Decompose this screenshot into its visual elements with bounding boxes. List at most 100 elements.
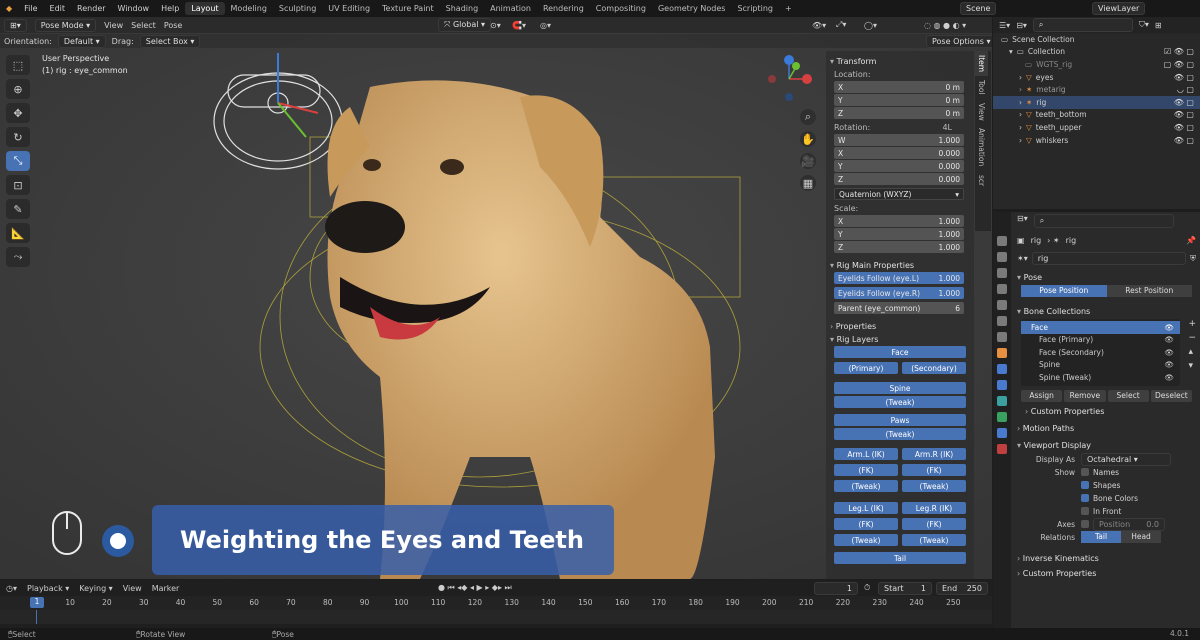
layer-leg-r-fk-button[interactable]: (FK) [902, 518, 966, 530]
deselect-button[interactable]: Deselect [1150, 389, 1192, 402]
bone-collection-item[interactable]: Face 👁 [1021, 321, 1180, 334]
menu-help[interactable]: Help [155, 4, 185, 13]
datablock-name-input[interactable]: rig [1031, 252, 1186, 265]
playhead[interactable]: 1 [30, 597, 44, 608]
location-x-field[interactable]: X 0 m [834, 81, 964, 93]
layer-leg-r-ik-button[interactable]: Leg.R (IK) [902, 502, 966, 514]
move-up-icon[interactable]: ▴ [1188, 347, 1196, 357]
layer-leg-l-tweak-button[interactable]: (Tweak) [834, 534, 898, 546]
measure-tool[interactable]: 📐 [6, 223, 30, 243]
pan-hand-icon[interactable]: ✋ [800, 131, 816, 147]
shapes-checkbox[interactable] [1081, 481, 1089, 489]
chevron-right-icon[interactable]: › [1019, 136, 1022, 145]
outliner-item-wgts[interactable]: ▭ WGTS_rig ▢ 👁 ▢ [993, 58, 1200, 71]
end-frame-field[interactable]: End 250 [936, 581, 988, 595]
select-button[interactable]: Select [1107, 389, 1149, 402]
layer-spine-button[interactable]: Spine [834, 382, 966, 394]
chevron-right-icon[interactable]: › [1019, 110, 1022, 119]
layer-spine-tweak-button[interactable]: (Tweak) [834, 396, 966, 408]
pivot-icon[interactable]: ⊙▾ [490, 21, 501, 30]
clock-icon[interactable]: ◷▾ [6, 584, 17, 593]
rotation-x-field[interactable]: X 0.000 [834, 147, 964, 159]
outliner-item-whiskers[interactable]: › ▽ whiskers 👁 ▢ [993, 134, 1200, 147]
names-checkbox[interactable] [1081, 468, 1089, 476]
layer-face-secondary-button[interactable]: (Secondary) [902, 362, 966, 374]
armature-data-tab-icon[interactable] [997, 396, 1007, 406]
rest-position-button[interactable]: Rest Position [1106, 285, 1192, 297]
outliner-item-teeth-upper[interactable]: › ▽ teeth_upper 👁 ▢ [993, 121, 1200, 134]
tab-texture-paint[interactable]: Texture Paint [376, 2, 440, 15]
timeline-track[interactable] [0, 610, 992, 624]
relations-tail-button[interactable]: Tail [1081, 531, 1121, 543]
rig-main-properties-header[interactable]: Rig Main Properties [830, 261, 970, 270]
scene-tab-icon[interactable] [997, 300, 1007, 310]
display-as-dropdown[interactable]: Octahedral ▾ [1081, 452, 1171, 466]
axes-position-field[interactable]: Position 0.0 [1093, 517, 1165, 531]
timeline-ruler[interactable]: 1 10 20 30 40 50 60 70 80 90 100 110 120 130 140 150 16… [0, 596, 992, 610]
layer-arm-r-fk-button[interactable]: (FK) [902, 464, 966, 476]
bone-constraint-tab-icon[interactable] [997, 428, 1007, 438]
rotate-tool[interactable]: ↻ [6, 127, 30, 147]
assign-button[interactable]: Assign [1021, 389, 1063, 402]
start-frame-field[interactable]: Start 1 [878, 581, 932, 595]
rotation-lock-4l[interactable]: 4L [942, 123, 952, 132]
eye-icon[interactable]: 👁 [1164, 373, 1174, 382]
rotation-y-field[interactable]: Y 0.000 [834, 160, 964, 172]
parent-field[interactable]: Parent (eye_common) 6 [834, 302, 964, 314]
viewlayer-selector[interactable]: ViewLayer [1092, 2, 1146, 15]
eye-icon[interactable]: 👁 [1164, 360, 1174, 369]
tab-geometry-nodes[interactable]: Geometry Nodes [652, 2, 731, 15]
move-down-icon[interactable]: ▾ [1188, 361, 1196, 371]
menu-pose[interactable]: Pose [164, 21, 183, 30]
outliner-item-metarig[interactable]: › ✶ metarig ◡ ▢ [993, 83, 1200, 96]
menu-playback[interactable]: Playback ▾ [27, 584, 69, 593]
cursor-tool[interactable]: ⊕ [6, 79, 30, 99]
layer-arm-r-tweak-button[interactable]: (Tweak) [902, 480, 966, 492]
select-box-tool[interactable]: ⬚ [6, 55, 30, 75]
eye-icon[interactable]: 👁 ▢ [1174, 98, 1194, 107]
scene-selector[interactable]: Scene [960, 2, 997, 15]
menu-edit[interactable]: Edit [44, 4, 72, 13]
chevron-down-icon[interactable]: ▾ [1009, 47, 1013, 56]
tool-tab-icon[interactable] [997, 236, 1007, 246]
outliner-item-teeth-bottom[interactable]: › ▽ teeth_bottom 👁 ▢ [993, 109, 1200, 122]
visibility-icon[interactable]: 👁▾ [812, 21, 826, 30]
rotation-z-field[interactable]: Z 0.000 [834, 173, 964, 185]
location-y-field[interactable]: Y 0 m [834, 94, 964, 106]
chevron-right-icon[interactable]: › [1019, 85, 1022, 94]
tab-animation-sidebar[interactable]: Animation [975, 124, 988, 170]
filter-icon[interactable]: ⛉▾ [1139, 20, 1149, 30]
bone-collection-item[interactable]: Face (Secondary) 👁 [1021, 346, 1180, 359]
properties-header[interactable]: Properties [830, 322, 970, 331]
move-tool[interactable]: ✥ [6, 103, 30, 123]
scale-x-field[interactable]: X 1.000 [834, 215, 964, 227]
eye-icon[interactable]: 👁 [1164, 348, 1174, 357]
outliner-search-input[interactable]: ⌕ [1032, 18, 1133, 32]
proportional-icon[interactable]: ◎▾ [540, 21, 551, 30]
pose-position-button[interactable]: Pose Position [1021, 285, 1107, 297]
layer-leg-l-ik-button[interactable]: Leg.L (IK) [834, 502, 898, 514]
eye-icon[interactable]: 👁 ▢ [1174, 110, 1194, 119]
rotation-w-field[interactable]: W 1.000 [834, 134, 964, 146]
gizmo-toggle-icon[interactable]: ⤢▾ [836, 20, 846, 30]
chevron-right-icon[interactable]: › [1019, 98, 1022, 107]
layer-paws-tweak-button[interactable]: (Tweak) [834, 428, 966, 440]
tab-tool[interactable]: Tool [975, 76, 988, 99]
outliner-item-eyes[interactable]: › ▽ eyes 👁 ▢ [993, 71, 1200, 84]
motion-paths-header[interactable]: Motion Paths [1017, 424, 1196, 433]
menu-select[interactable]: Select [131, 21, 156, 30]
transform-orientation-dropdown[interactable]: ⤧ Global ▾ [438, 18, 492, 32]
rotation-mode-dropdown[interactable]: Quaternion (WXYZ) ▾ [834, 188, 964, 200]
rig-layers-header[interactable]: Rig Layers [830, 335, 970, 344]
texture-tab-icon[interactable] [997, 444, 1007, 454]
eye-icon[interactable]: 👁 ▢ [1174, 73, 1194, 82]
menu-marker[interactable]: Marker [152, 584, 180, 593]
overlay-toggle-icon[interactable]: ◯▾ [864, 21, 877, 30]
tab-rendering[interactable]: Rendering [537, 2, 590, 15]
menu-window[interactable]: Window [112, 4, 156, 13]
tab-shading[interactable]: Shading [440, 2, 485, 15]
bone-tab-icon[interactable] [997, 412, 1007, 422]
output-tab-icon[interactable] [997, 268, 1007, 278]
menu-keying[interactable]: Keying ▾ [79, 584, 112, 593]
menu-view[interactable]: View [104, 21, 123, 30]
